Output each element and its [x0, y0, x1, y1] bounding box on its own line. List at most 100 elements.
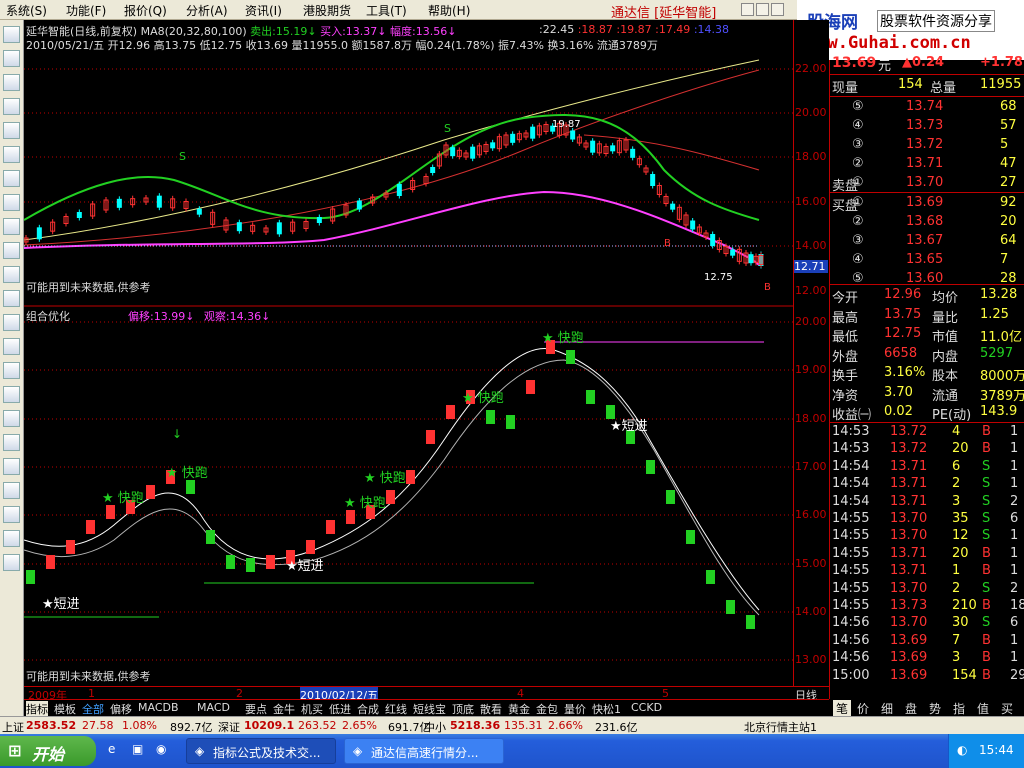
tick-count: 18 — [1010, 598, 1024, 613]
arrow-up-icon[interactable] — [3, 530, 20, 547]
toolbar-icon[interactable] — [3, 314, 20, 331]
start-button[interactable]: ⊞ 开始 — [0, 736, 96, 766]
menu-function[interactable]: 功能(F) — [66, 2, 106, 19]
toolbar-icon[interactable] — [3, 50, 20, 67]
quote-tab[interactable]: 势 — [929, 700, 941, 717]
bid-row[interactable]: ③ 13.67 64 — [830, 232, 1024, 251]
last-price: 13.69 — [832, 55, 877, 71]
ask-row[interactable]: ④ 13.73 57 — [830, 117, 1024, 136]
minimize-button[interactable] — [741, 3, 754, 16]
menu-info[interactable]: 资讯(I) — [245, 2, 282, 19]
tick-count: 1 — [1010, 458, 1019, 474]
quote-tab[interactable]: 指 — [953, 700, 965, 717]
tick-count: 6 — [1010, 615, 1019, 631]
quote-tab[interactable]: 价 — [857, 700, 869, 717]
line-chart-icon[interactable] — [3, 74, 20, 91]
indicator-tab[interactable]: 低进 — [329, 701, 351, 717]
toolbar-icon[interactable] — [3, 122, 20, 139]
indicator-bar — [186, 480, 195, 494]
toolbar-icon[interactable] — [3, 290, 20, 307]
indicator-tab[interactable]: 金包 — [536, 701, 558, 717]
indicator-tab[interactable]: 快松1 — [592, 701, 621, 717]
users-icon[interactable] — [3, 218, 20, 235]
indicator-tab[interactable]: 量价 — [564, 701, 586, 717]
indicator-tab[interactable]: 短线宝 — [413, 701, 446, 717]
quote-tab[interactable]: 笔 — [833, 700, 852, 717]
pencil-icon[interactable] — [3, 482, 20, 499]
indicator-tab[interactable]: 金牛 — [273, 701, 295, 717]
chart-svg[interactable]: S S 19.87 12.75 B B ★ 快跑 ★ 快跑 ★ 快跑 ★ 快跑 … — [23, 20, 793, 686]
bid-row[interactable]: ① 13.69 92 — [830, 194, 1024, 213]
indicator-tab[interactable]: 全部 — [82, 701, 104, 717]
bid-row[interactable]: ④ 13.65 7 — [830, 251, 1024, 270]
menu-help[interactable]: 帮助(H) — [428, 2, 470, 19]
toolbar-icon[interactable] — [3, 146, 20, 163]
quote-tab[interactable]: 盘 — [905, 700, 917, 717]
close-button[interactable] — [771, 3, 784, 16]
maximize-button[interactable] — [756, 3, 769, 16]
ad-banner[interactable]: 股海网 股票软件资源分享 www.Guhai.com.cn — [797, 0, 1024, 60]
mail-icon[interactable] — [3, 194, 20, 211]
quote-tab[interactable]: 细 — [881, 700, 893, 717]
search-icon[interactable] — [3, 266, 20, 283]
toolbar-icon[interactable] — [3, 386, 20, 403]
indicator-tab[interactable]: 黄金 — [508, 701, 530, 717]
dollar-icon[interactable] — [3, 410, 20, 427]
stat-value: 6658 — [884, 345, 918, 361]
indicator-tab[interactable]: 机买 — [301, 701, 323, 717]
ask-row[interactable]: ① 13.70 27 — [830, 174, 1024, 193]
ask-row[interactable]: ② 13.71 47 — [830, 155, 1024, 174]
unit: 元 — [878, 59, 892, 74]
left-toolbar — [0, 20, 24, 720]
candle-icon[interactable] — [3, 98, 20, 115]
menu-hk-futures[interactable]: 港股期货 — [303, 2, 351, 19]
volume-icon[interactable]: ◐ — [957, 743, 967, 757]
indicator-tab[interactable]: 模板 — [54, 701, 76, 717]
indicator-tab[interactable]: 顶底 — [452, 701, 474, 717]
now-vol-label: 现量 — [832, 81, 859, 96]
ask-volume: 27 — [1000, 175, 1017, 190]
move-icon[interactable] — [3, 506, 20, 523]
toolbar-icon[interactable] — [3, 362, 20, 379]
indicator-bar — [266, 555, 275, 569]
menu-analysis[interactable]: 分析(A) — [186, 2, 228, 19]
tick-side: S — [982, 511, 991, 526]
indicator-tab[interactable]: MACD — [197, 701, 230, 714]
indicator-tab[interactable]: 偏移 — [110, 701, 132, 717]
menu-tools[interactable]: 工具(T) — [366, 2, 407, 19]
taskbar: ⊞ 开始 e ▣ ◉ ◈ 指标公式及技术交... ◈ 通达信高速行情分... ◐… — [0, 734, 1024, 768]
quote-tab[interactable]: 买 — [1001, 700, 1013, 717]
tick-volume: 6 — [952, 458, 961, 474]
bid-row[interactable]: ② 13.68 20 — [830, 213, 1024, 232]
indicator-tab[interactable]: 合成 — [357, 701, 379, 717]
axis-label: 18.00 — [795, 150, 827, 163]
ask-row[interactable]: ③ 13.72 5 — [830, 136, 1024, 155]
indicator-tab[interactable]: 要点 — [245, 701, 267, 717]
app-icon[interactable]: ◉ — [156, 742, 166, 756]
menu-system[interactable]: 系统(S) — [6, 2, 47, 19]
rsi-icon[interactable] — [3, 338, 20, 355]
toolbar-icon[interactable] — [3, 242, 20, 259]
arrow-down-icon[interactable] — [3, 554, 20, 571]
server-name[interactable]: 北京行情主站1 — [744, 719, 817, 735]
ask-row[interactable]: ⑤ 13.74 68 — [830, 98, 1024, 117]
toolbar-icon[interactable] — [3, 434, 20, 451]
indicator-tab[interactable]: 散看 — [480, 701, 502, 717]
toolbar-icon[interactable] — [3, 26, 20, 43]
indicator-tab[interactable]: 红线 — [385, 701, 407, 717]
task-button[interactable]: ◈ 指标公式及技术交... — [186, 738, 336, 764]
indicator-tab[interactable]: CCKD — [631, 701, 662, 714]
chart-area[interactable]: S S 19.87 12.75 B B ★ 快跑 ★ 快跑 ★ 快跑 ★ 快跑 … — [23, 20, 793, 686]
run-signal: ★ 快跑 — [364, 471, 406, 486]
menu-quote[interactable]: 报价(Q) — [124, 2, 167, 19]
ie-icon[interactable]: e — [108, 742, 115, 756]
task-button[interactable]: ◈ 通达信高速行情分... — [344, 738, 504, 764]
windows-logo-icon: ⊞ — [8, 741, 22, 760]
indicator-tab[interactable]: MACDB — [138, 701, 179, 714]
quote-tab[interactable]: 值 — [977, 700, 989, 717]
indicator-tab[interactable]: 指标 — [26, 701, 48, 717]
toolbar-icon[interactable] — [3, 170, 20, 187]
toolbar-icon[interactable] — [3, 458, 20, 475]
sh-amount: 892.7亿 — [170, 721, 213, 734]
desktop-icon[interactable]: ▣ — [132, 742, 143, 756]
